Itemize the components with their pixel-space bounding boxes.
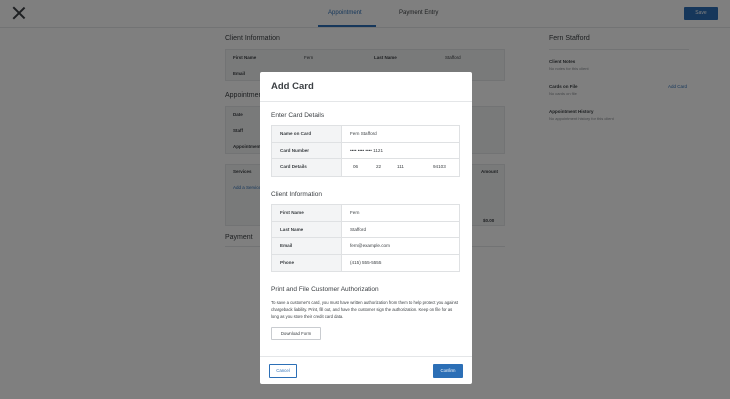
card-row-number: Card Number •••• •••• •••• 1121 bbox=[272, 142, 459, 159]
zip-input[interactable]: 94103 bbox=[433, 159, 446, 176]
email-field-label: Email bbox=[272, 238, 342, 254]
card-number-input[interactable]: •••• •••• •••• 1121 bbox=[342, 143, 459, 159]
client-information-modal-heading: Client Information bbox=[271, 191, 322, 198]
authorization-text: To save a customer's card, you must have… bbox=[271, 300, 459, 319]
authorization-heading: Print and File Customer Authorization bbox=[271, 286, 379, 293]
download-form-button[interactable]: Download Form bbox=[271, 327, 321, 340]
card-details-label: Card Details bbox=[272, 159, 342, 176]
card-details-table: Name on Card Fern Stafford Card Number •… bbox=[271, 125, 460, 177]
card-number-label: Card Number bbox=[272, 142, 342, 158]
modal-title: Add Card bbox=[271, 81, 314, 92]
last-name-field-label: Last Name bbox=[272, 221, 342, 237]
cvv-input[interactable]: 111 bbox=[397, 159, 404, 176]
client-row-last-name: Last Name Stafford bbox=[272, 221, 459, 238]
expiry-year-input[interactable]: 22 bbox=[376, 159, 381, 176]
client-row-email: Email fern@example.com bbox=[272, 238, 459, 255]
client-row-phone: Phone (415) 555-5555 bbox=[272, 254, 459, 272]
first-name-input[interactable]: Fern bbox=[342, 205, 459, 221]
first-name-field-label: First Name bbox=[272, 205, 342, 221]
name-on-card-label: Name on Card bbox=[272, 126, 342, 142]
client-info-table: First Name Fern Last Name Stafford Email… bbox=[271, 204, 460, 272]
email-input[interactable]: fern@example.com bbox=[342, 238, 459, 254]
client-row-first-name: First Name Fern bbox=[272, 205, 459, 222]
expiry-month-input[interactable]: 06 bbox=[353, 159, 358, 176]
modal-header: Add Card bbox=[260, 72, 472, 102]
cancel-button[interactable]: Cancel bbox=[269, 364, 297, 378]
phone-field-label: Phone bbox=[272, 254, 342, 271]
last-name-input[interactable]: Stafford bbox=[342, 222, 459, 238]
name-on-card-input[interactable]: Fern Stafford bbox=[342, 126, 459, 142]
confirm-button[interactable]: Confirm bbox=[433, 364, 463, 378]
card-row-details: Card Details 06 22 111 94103 bbox=[272, 159, 459, 176]
card-details-inputs: 06 22 111 94103 bbox=[342, 159, 459, 176]
card-details-heading: Enter Card Details bbox=[271, 112, 325, 119]
phone-input[interactable]: (415) 555-5555 bbox=[342, 255, 459, 272]
add-card-modal: Add Card Enter Card Details Name on Card… bbox=[260, 72, 472, 384]
modal-footer: Cancel Confirm bbox=[260, 356, 472, 384]
card-row-name: Name on Card Fern Stafford bbox=[272, 126, 459, 143]
